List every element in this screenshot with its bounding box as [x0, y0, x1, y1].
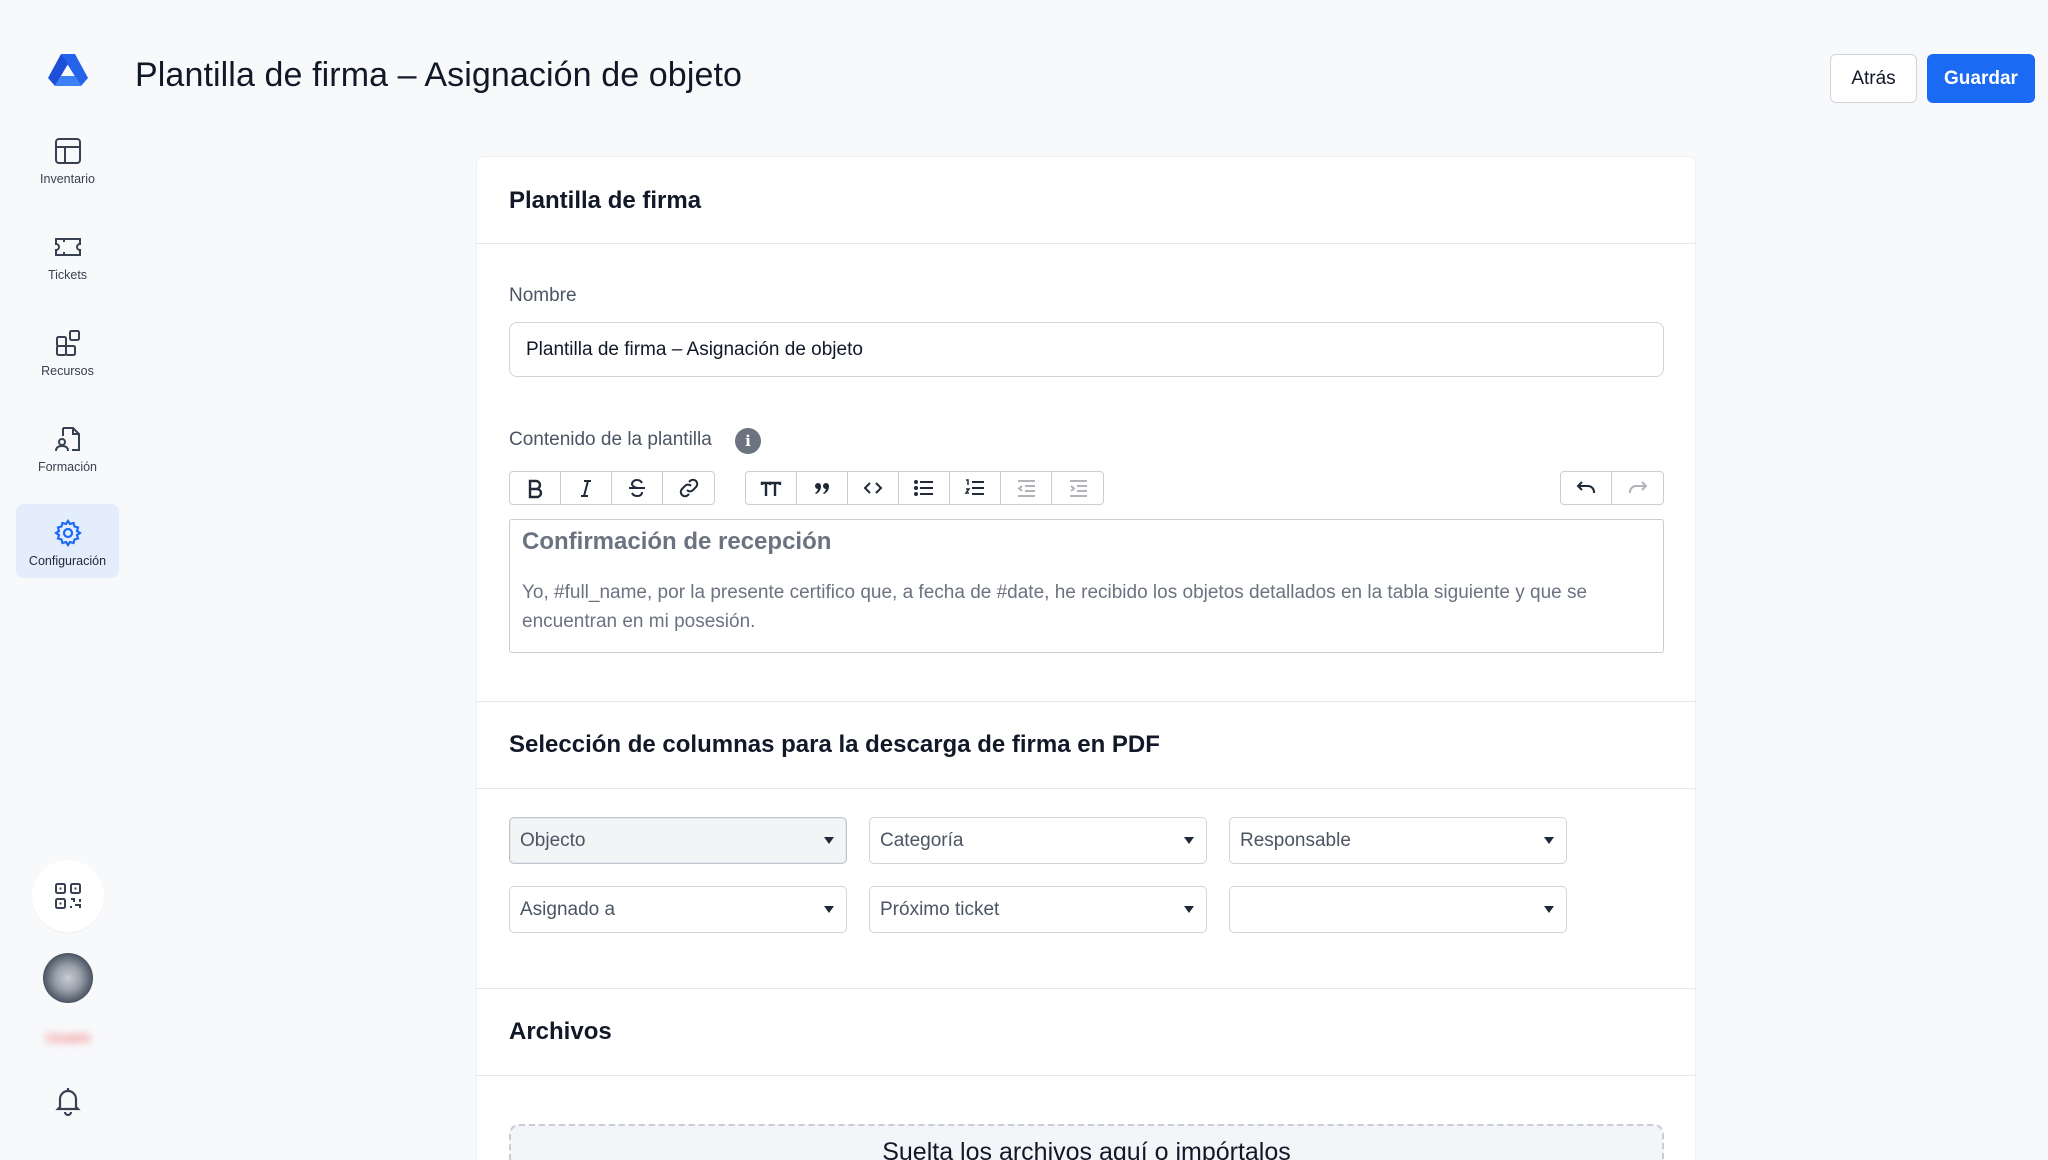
sidebar-item-tickets[interactable]: Tickets — [16, 218, 119, 292]
redo-button[interactable] — [1612, 472, 1663, 504]
app-logo-icon[interactable] — [48, 52, 88, 88]
numbered-list-button[interactable] — [950, 472, 1001, 504]
code-icon — [863, 482, 883, 494]
toolbar-block-group — [745, 471, 1104, 505]
toolbar-format-group — [509, 471, 715, 505]
section-title-columns: Selección de columnas para la descarga d… — [509, 731, 1160, 758]
select-value: Asignado a — [520, 898, 616, 920]
sidebar-item-label: Formación — [37, 460, 98, 474]
undo-icon — [1576, 481, 1595, 493]
outdent-icon — [1017, 480, 1035, 497]
section-title-template: Plantilla de firma — [509, 187, 702, 214]
user-name: Usuario — [45, 1030, 91, 1045]
link-button[interactable] — [663, 472, 714, 504]
template-editor[interactable]: Confirmación de recepción Yo, #full_name… — [509, 519, 1664, 653]
ticket-icon — [53, 232, 83, 262]
strikethrough-icon — [629, 478, 645, 498]
page-title: Plantilla de firma – Asignación de objet… — [135, 56, 743, 94]
sidebar-item-label: Inventario — [40, 172, 95, 186]
quote-icon — [815, 483, 829, 494]
sidebar-item-inventario[interactable]: Inventario — [16, 122, 119, 196]
sidebar-item-formacion[interactable]: Formación — [16, 410, 119, 484]
qr-code-button[interactable] — [32, 860, 104, 932]
sidebar: Inventario Tickets Recursos Formación Co… — [0, 0, 135, 1160]
name-label: Nombre — [509, 285, 577, 306]
sidebar-item-label: Tickets — [47, 268, 88, 282]
back-button[interactable]: Atrás — [1830, 54, 1917, 103]
divider — [477, 701, 1695, 702]
numbered-list-icon — [964, 479, 984, 495]
divider — [477, 243, 1695, 244]
select-value: Objecto — [520, 829, 586, 851]
shapes-icon — [53, 328, 83, 358]
divider — [477, 1075, 1695, 1076]
sidebar-item-label: Configuración — [28, 554, 107, 568]
sidebar-item-recursos[interactable]: Recursos — [16, 314, 119, 388]
qr-code-icon — [55, 883, 81, 909]
bullet-list-icon — [914, 480, 933, 496]
outdent-button[interactable] — [1001, 472, 1052, 504]
divider — [477, 788, 1695, 789]
dropdown-caret-icon — [1184, 906, 1194, 913]
section-title-files: Archivos — [509, 1018, 612, 1045]
table-icon — [53, 136, 83, 166]
sidebar-item-configuracion[interactable]: Configuración — [16, 504, 119, 578]
editor-body: Yo, #full_name, por la presente certific… — [522, 582, 1588, 632]
dropzone-text: Suelta los archivos aquí o impórtalos — [882, 1138, 1291, 1160]
strikethrough-button[interactable] — [612, 472, 663, 504]
select-value: Responsable — [1240, 829, 1351, 851]
column-select-4[interactable]: Asignado a — [509, 886, 847, 933]
template-card: Plantilla de firma Nombre Contenido de l… — [476, 156, 1696, 1160]
indent-icon — [1069, 480, 1087, 497]
save-button[interactable]: Guardar — [1927, 54, 2035, 103]
link-icon — [679, 478, 698, 498]
dropdown-caret-icon — [1544, 906, 1554, 913]
avatar[interactable] — [43, 953, 93, 1003]
heading-button[interactable] — [746, 472, 797, 504]
code-button[interactable] — [848, 472, 899, 504]
dropdown-caret-icon — [824, 837, 834, 844]
undo-button[interactable] — [1561, 472, 1612, 504]
sidebar-item-label: Recursos — [41, 364, 94, 378]
column-select-3[interactable]: Responsable — [1229, 817, 1567, 864]
select-value: Categoría — [880, 829, 964, 851]
italic-button[interactable] — [561, 472, 612, 504]
indent-button[interactable] — [1052, 472, 1103, 504]
dropdown-caret-icon — [824, 906, 834, 913]
column-select-2[interactable]: Categoría — [869, 817, 1207, 864]
file-dropzone[interactable]: Suelta los archivos aquí o impórtalos — [509, 1124, 1664, 1160]
content-label: Contenido de la plantilla — [509, 429, 712, 450]
italic-icon — [581, 480, 591, 497]
name-input[interactable] — [509, 322, 1664, 377]
redo-icon — [1628, 481, 1647, 493]
bell-icon[interactable] — [52, 1085, 84, 1117]
select-value: Próximo ticket — [880, 898, 1000, 920]
divider — [477, 988, 1695, 989]
toolbar-history-group — [1560, 471, 1664, 505]
bullet-list-button[interactable] — [899, 472, 950, 504]
info-icon[interactable]: i — [735, 428, 761, 454]
gear-icon — [53, 518, 83, 548]
heading-icon — [760, 481, 782, 496]
column-select-6[interactable] — [1229, 886, 1567, 933]
dropdown-caret-icon — [1544, 837, 1554, 844]
column-select-5[interactable]: Próximo ticket — [869, 886, 1207, 933]
document-user-icon — [53, 424, 83, 454]
column-select-1[interactable]: Objecto — [509, 817, 847, 864]
editor-heading: Confirmación de recepción — [522, 528, 832, 555]
quote-button[interactable] — [797, 472, 848, 504]
bold-icon — [528, 479, 543, 499]
bold-button[interactable] — [510, 472, 561, 504]
dropdown-caret-icon — [1184, 837, 1194, 844]
